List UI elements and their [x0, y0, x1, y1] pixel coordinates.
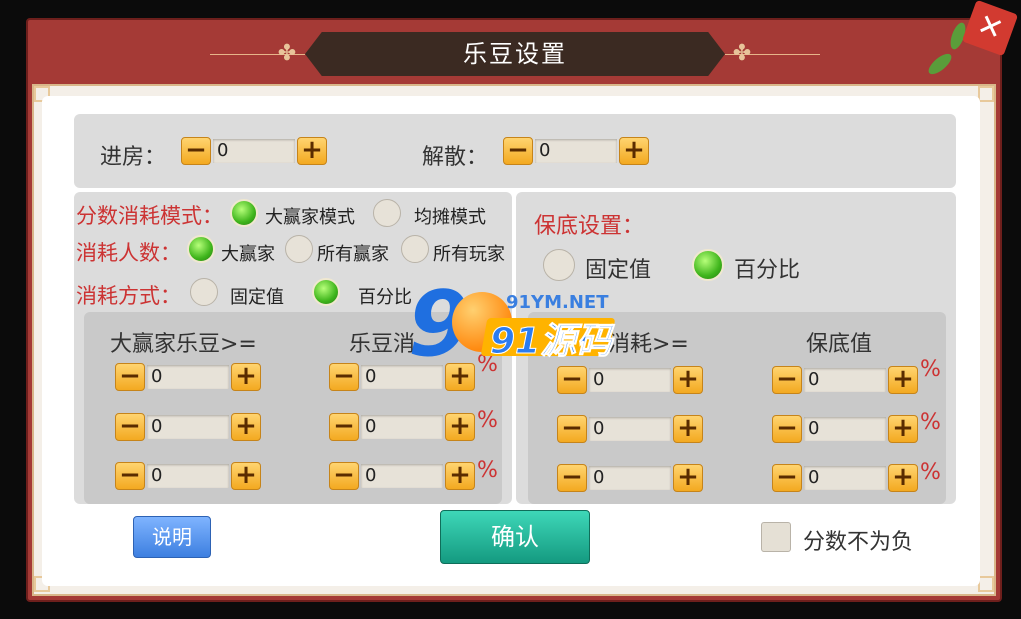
minus-button[interactable]: −: [772, 415, 802, 443]
radio-all-winners[interactable]: [285, 235, 313, 263]
minus-button[interactable]: −: [503, 137, 533, 165]
minus-button[interactable]: −: [772, 366, 802, 394]
minus-button[interactable]: −: [329, 462, 359, 490]
plus-button[interactable]: +: [888, 366, 918, 394]
radio-big-winner-mode[interactable]: [230, 199, 258, 227]
corner-ornament: [978, 576, 994, 592]
stepper-value[interactable]: 0: [361, 464, 443, 488]
stepper-value[interactable]: 0: [589, 466, 671, 490]
percent-sign: %: [920, 357, 941, 382]
right-col1-stepper: − 0 +: [557, 366, 703, 394]
plus-button[interactable]: +: [673, 415, 703, 443]
table-header: 乐豆消: [349, 332, 416, 357]
radio-label: 大赢家模式: [265, 207, 355, 228]
left-col2-stepper: − 0 +: [329, 413, 475, 441]
plus-button[interactable]: +: [231, 413, 261, 441]
minus-button[interactable]: −: [115, 462, 145, 490]
radio-label: 固定值: [230, 287, 284, 308]
minus-button[interactable]: −: [557, 415, 587, 443]
help-button[interactable]: 说明: [133, 516, 211, 558]
dissolve-value[interactable]: 0: [535, 139, 617, 163]
enter-room-stepper: − 0 +: [181, 137, 327, 165]
consume-method-label: 消耗方式：: [76, 284, 181, 308]
radio-big-winner[interactable]: [187, 235, 215, 263]
minus-button[interactable]: −: [115, 363, 145, 391]
radio-label: 固定值: [585, 258, 652, 283]
radio-label: 所有玩家: [433, 244, 505, 265]
right-col1-stepper: − 0 +: [557, 464, 703, 492]
radio-label: 大赢家: [221, 244, 275, 265]
radio-label: 均摊模式: [414, 207, 486, 228]
plus-button[interactable]: +: [231, 462, 261, 490]
left-col1-stepper: − 0 +: [115, 363, 261, 391]
percent-sign: %: [920, 460, 941, 485]
minus-button[interactable]: −: [329, 363, 359, 391]
plus-button[interactable]: +: [673, 366, 703, 394]
stepper-value[interactable]: 0: [589, 417, 671, 441]
table-header: 大赢家乐豆>=: [110, 332, 257, 357]
close-icon: ✕: [972, 6, 1008, 49]
radio-guarantee-fixed[interactable]: [543, 249, 575, 281]
stepper-value[interactable]: 0: [804, 417, 886, 441]
stepper-value[interactable]: 0: [589, 368, 671, 392]
minus-button[interactable]: −: [181, 137, 211, 165]
corner-ornament: [978, 86, 994, 102]
plus-button[interactable]: +: [231, 363, 261, 391]
stepper-value[interactable]: 0: [147, 365, 229, 389]
minus-button[interactable]: −: [329, 413, 359, 441]
minus-button[interactable]: −: [115, 413, 145, 441]
right-col1-stepper: − 0 +: [557, 415, 703, 443]
plus-button[interactable]: +: [888, 415, 918, 443]
guarantee-label: 保底设置：: [534, 214, 645, 239]
left-col2-stepper: − 0 +: [329, 462, 475, 490]
dissolve-stepper: − 0 +: [503, 137, 649, 165]
percent-sign: %: [920, 410, 941, 435]
radio-share-mode[interactable]: [373, 199, 401, 227]
minus-button[interactable]: −: [772, 464, 802, 492]
enter-room-label: 进房：: [100, 145, 167, 170]
radio-fixed-value[interactable]: [190, 278, 218, 306]
plus-button[interactable]: +: [445, 462, 475, 490]
left-col1-stepper: − 0 +: [115, 462, 261, 490]
stepper-value[interactable]: 0: [361, 415, 443, 439]
knot-ornament-icon: ✤: [732, 41, 752, 66]
radio-label: 所有赢家: [317, 244, 389, 265]
table-header: 消耗>=: [608, 332, 689, 357]
right-col2-stepper: − 0 +: [772, 415, 918, 443]
stepper-value[interactable]: 0: [804, 368, 886, 392]
stepper-value[interactable]: 0: [804, 466, 886, 490]
confirm-button[interactable]: 确认: [440, 510, 590, 564]
plus-button[interactable]: +: [297, 137, 327, 165]
no-negative-checkbox[interactable]: [761, 522, 791, 552]
minus-button[interactable]: −: [557, 366, 587, 394]
plus-button[interactable]: +: [445, 413, 475, 441]
right-col2-stepper: − 0 +: [772, 366, 918, 394]
enter-room-value[interactable]: 0: [213, 139, 295, 163]
radio-label: 百分比: [734, 258, 801, 283]
dissolve-label: 解散：: [422, 145, 489, 170]
minus-button[interactable]: −: [557, 464, 587, 492]
no-negative-label: 分数不为负: [803, 530, 914, 555]
score-mode-label: 分数消耗模式：: [76, 204, 223, 228]
radio-all-players[interactable]: [401, 235, 429, 263]
percent-sign: %: [477, 458, 498, 483]
dialog-title: 乐豆设置: [463, 40, 567, 68]
stepper-value[interactable]: 0: [147, 464, 229, 488]
percent-sign: %: [477, 408, 498, 433]
knot-ornament-icon: ✤: [277, 41, 297, 66]
plus-button[interactable]: +: [619, 137, 649, 165]
plus-button[interactable]: +: [888, 464, 918, 492]
plus-button[interactable]: +: [673, 464, 703, 492]
consume-people-label: 消耗人数：: [76, 241, 181, 265]
table-header: 保底值: [806, 332, 873, 357]
watermark-brand: 91源码: [489, 321, 613, 363]
stepper-value[interactable]: 0: [147, 415, 229, 439]
radio-label: 百分比: [358, 287, 412, 308]
watermark-site: 91YM.NET: [506, 292, 609, 313]
radio-guarantee-percent[interactable]: [692, 249, 724, 281]
right-col2-stepper: − 0 +: [772, 464, 918, 492]
radio-percentage[interactable]: [312, 278, 340, 306]
left-col1-stepper: − 0 +: [115, 413, 261, 441]
